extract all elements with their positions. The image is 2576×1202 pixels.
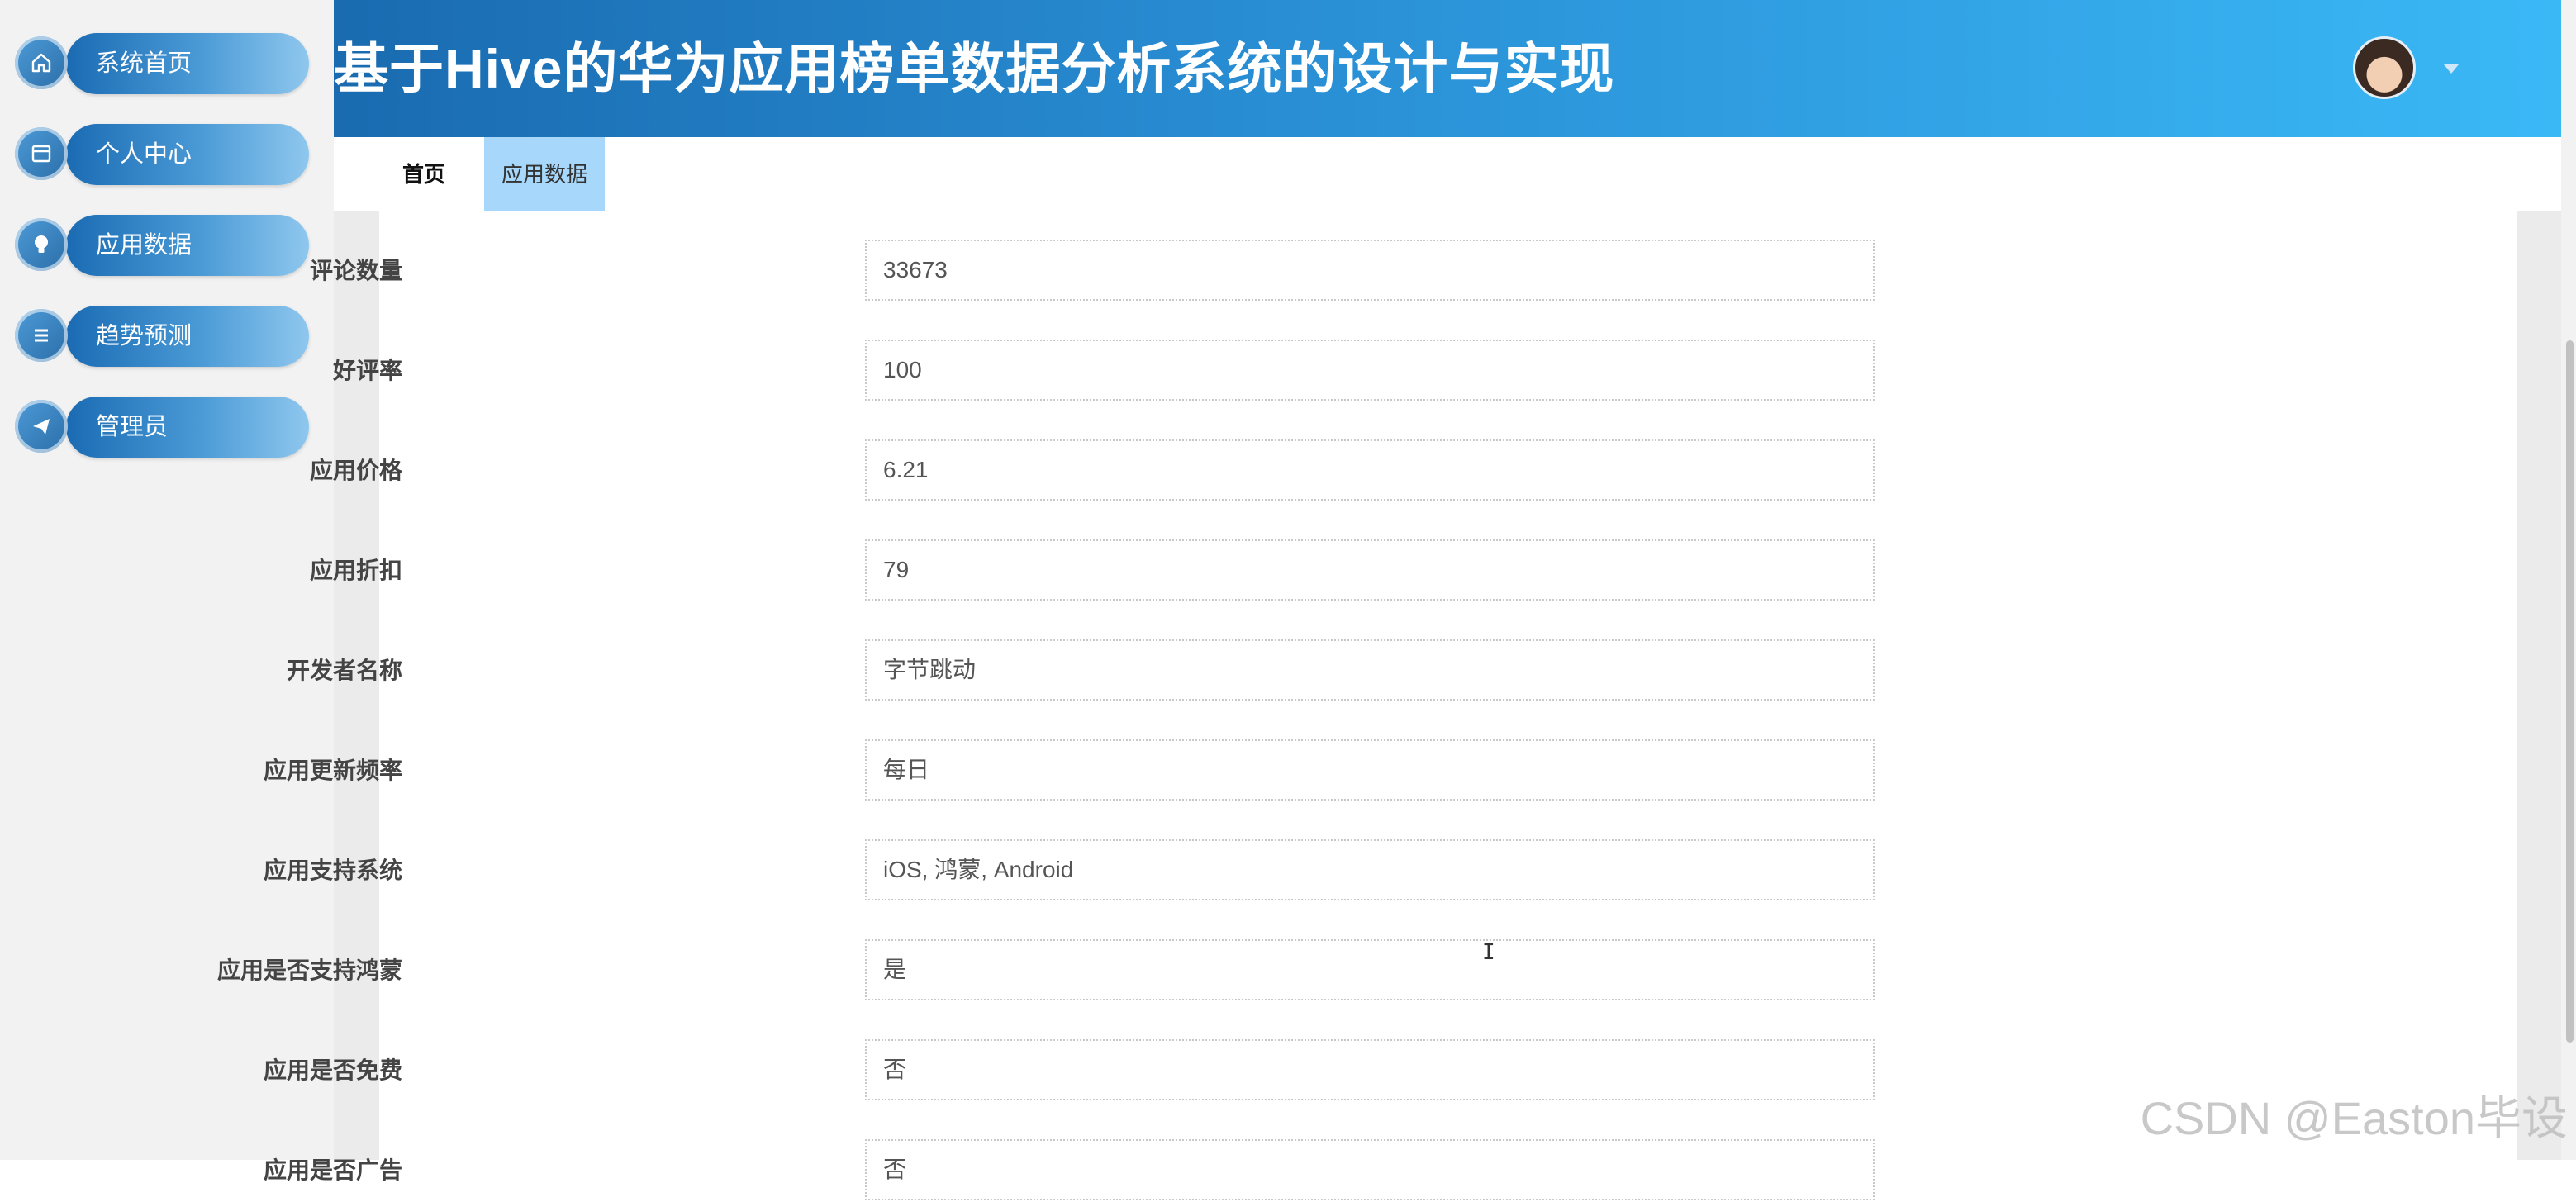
tab-home[interactable]: 首页 bbox=[378, 137, 469, 211]
send-icon bbox=[15, 400, 68, 453]
sidebar-item-label: 系统首页 bbox=[96, 50, 192, 77]
tab-app-data[interactable]: 应用数据 bbox=[484, 137, 605, 211]
field-label: 好评率 bbox=[332, 358, 402, 383]
form-row-update-frequency: 应用更新频率 每日 bbox=[264, 739, 2517, 802]
rating-field[interactable]: 100 bbox=[865, 340, 1875, 401]
sidebar-item-home[interactable]: 系统首页 bbox=[15, 33, 309, 94]
field-label: 应用更新频率 bbox=[263, 758, 402, 783]
comment-count-field[interactable]: 33673 bbox=[865, 240, 1875, 301]
sidebar-item-admin[interactable]: 管理员 bbox=[15, 397, 309, 458]
sidebar-item-personal-center[interactable]: 个人中心 bbox=[15, 124, 309, 185]
is-free-field[interactable]: 否 bbox=[865, 1039, 1875, 1100]
sidebar-item-label: 应用数据 bbox=[96, 232, 192, 259]
sidebar-item-pill: 个人中心 bbox=[66, 124, 309, 185]
update-frequency-field[interactable]: 每日 bbox=[865, 739, 1875, 801]
form-row-developer: 开发者名称 字节跳动 bbox=[287, 639, 2517, 702]
field-label: 应用是否免费 bbox=[263, 1057, 402, 1083]
form-row-price: 应用价格 6.21 bbox=[310, 439, 2517, 502]
user-avatar[interactable] bbox=[2353, 36, 2416, 99]
app-header: 基于Hive的华为应用榜单数据分析系统的设计与实现 bbox=[334, 0, 2561, 137]
sidebar-item-pill: 系统首页 bbox=[66, 33, 309, 94]
sidebar-item-trend-forecast[interactable]: 趋势预测 bbox=[15, 306, 309, 367]
form-row-comment-count: 评论数量 33673 bbox=[310, 240, 2517, 302]
field-label: 应用折扣 bbox=[309, 558, 402, 583]
form-row-ads: 应用是否广告 否 bbox=[264, 1139, 2517, 1202]
caret-down-icon[interactable] bbox=[2444, 64, 2459, 74]
list-icon bbox=[15, 309, 68, 362]
sidebar-item-pill: 趋势预测 bbox=[66, 306, 309, 367]
harmonyos-support-field[interactable]: 是 bbox=[865, 939, 1875, 1000]
field-label: 开发者名称 bbox=[286, 658, 402, 683]
bulb-icon bbox=[15, 218, 68, 271]
sidebar-item-label: 个人中心 bbox=[96, 141, 192, 168]
watermark: CSDN @Easton毕设 bbox=[2140, 1092, 2568, 1144]
scrollbar-thumb[interactable] bbox=[2566, 340, 2574, 1043]
field-label: 应用支持系统 bbox=[263, 858, 402, 883]
home-icon bbox=[15, 36, 68, 89]
tab-bar: 首页 应用数据 bbox=[334, 137, 2561, 211]
sidebar-item-pill: 管理员 bbox=[66, 397, 309, 458]
card-icon bbox=[15, 127, 68, 180]
text-cursor-icon: I bbox=[1482, 940, 1495, 965]
sidebar-item-pill: 应用数据 bbox=[66, 215, 309, 276]
sidebar-item-label: 趋势预测 bbox=[96, 323, 192, 349]
field-label: 应用是否支持鸿蒙 bbox=[216, 957, 402, 983]
form-row-supported-systems: 应用支持系统 iOS, 鸿蒙, Android bbox=[264, 839, 2517, 902]
sidebar-item-label: 管理员 bbox=[96, 414, 169, 440]
app-title: 基于Hive的华为应用榜单数据分析系统的设计与实现 bbox=[334, 38, 1615, 99]
ads-field[interactable]: 否 bbox=[865, 1139, 1875, 1200]
field-label: 评论数量 bbox=[309, 258, 402, 283]
developer-field[interactable]: 字节跳动 bbox=[865, 639, 1875, 701]
form-row-rating: 好评率 100 bbox=[333, 340, 2517, 402]
sidebar-item-app-data[interactable]: 应用数据 bbox=[15, 215, 309, 276]
form-row-discount: 应用折扣 79 bbox=[310, 539, 2517, 602]
field-label: 应用价格 bbox=[309, 458, 402, 483]
field-label: 应用是否广告 bbox=[263, 1157, 402, 1183]
form-row-harmonyos-support: 应用是否支持鸿蒙 是 bbox=[217, 939, 2517, 1002]
price-field[interactable]: 6.21 bbox=[865, 439, 1875, 501]
supported-systems-field[interactable]: iOS, 鸿蒙, Android bbox=[865, 839, 1875, 900]
content-right-gutter bbox=[2517, 211, 2561, 1160]
discount-field[interactable]: 79 bbox=[865, 539, 1875, 601]
